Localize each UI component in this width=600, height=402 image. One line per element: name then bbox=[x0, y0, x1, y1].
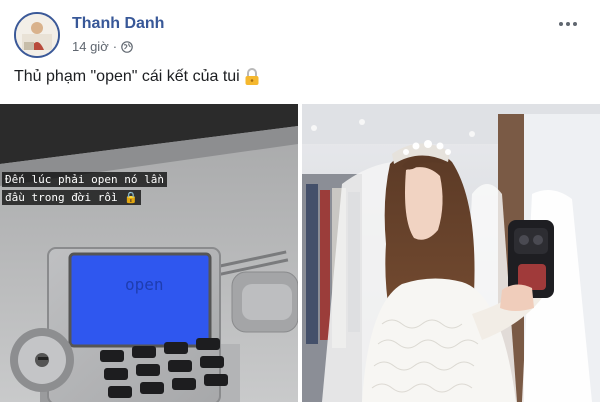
photo-grid: open Đến lúc phải open nó lần đầu trong … bbox=[0, 104, 600, 402]
meta-separator: · bbox=[112, 39, 118, 54]
photo-bride[interactable] bbox=[302, 104, 600, 402]
avatar[interactable] bbox=[14, 12, 60, 58]
photo-overlay-line1: Đến lúc phải open nó lần bbox=[2, 172, 167, 187]
svg-text:open: open bbox=[125, 275, 164, 294]
lock-icon bbox=[244, 68, 260, 86]
photo-overlay-line2: đầu trong đời rồi 🔒 bbox=[2, 190, 141, 205]
author-name[interactable]: Thanh Danh bbox=[72, 15, 164, 33]
post-time[interactable]: 14 giờ bbox=[72, 39, 109, 54]
photo-safe[interactable]: open Đến lúc phải open nó lần đầu trong … bbox=[0, 104, 298, 402]
ellipsis-icon[interactable] bbox=[556, 14, 580, 34]
post-meta: 14 giờ · bbox=[72, 39, 133, 54]
post-header: Thanh Danh 14 giờ · bbox=[14, 12, 586, 62]
caption-text: Thủ phạm "open" cái kết của tui bbox=[14, 68, 240, 85]
globe-icon[interactable] bbox=[121, 40, 133, 53]
post-caption: Thủ phạm "open" cái kết của tui bbox=[14, 68, 260, 86]
